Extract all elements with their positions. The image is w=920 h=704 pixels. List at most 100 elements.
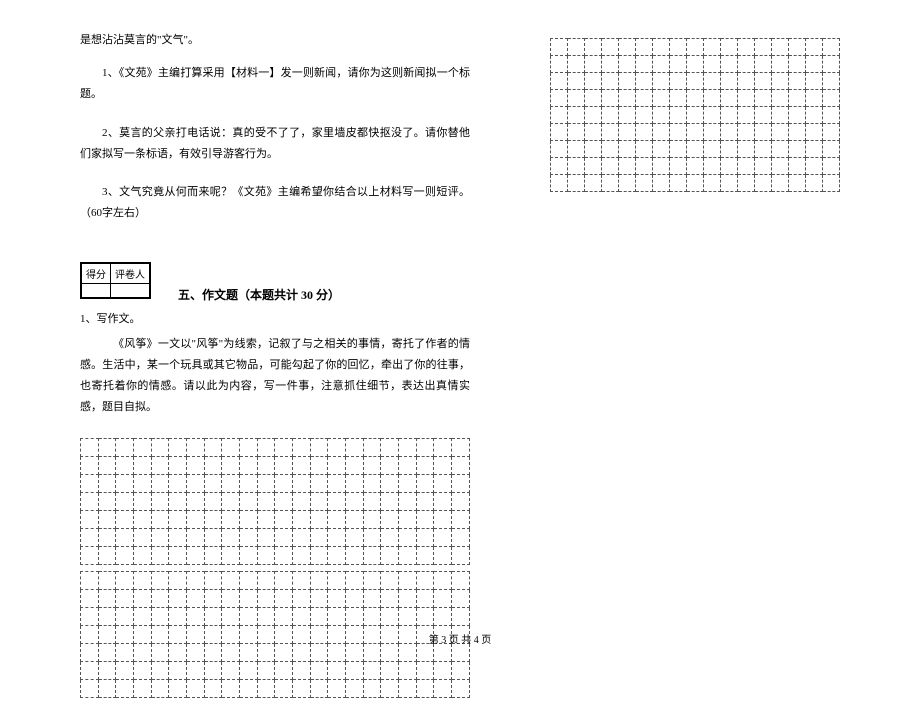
grid-cell bbox=[789, 90, 806, 107]
grid-cell bbox=[806, 158, 823, 175]
grid-cell bbox=[204, 571, 222, 589]
grid-cell bbox=[116, 571, 134, 589]
score-cell bbox=[82, 284, 111, 298]
grid-cell bbox=[653, 107, 670, 124]
grid-cell bbox=[275, 474, 293, 492]
grid-cell bbox=[81, 474, 99, 492]
grid-cell bbox=[789, 175, 806, 192]
grid-cell bbox=[187, 661, 205, 679]
grid-cell bbox=[823, 124, 840, 141]
grid-cell bbox=[81, 510, 99, 528]
question-3: 3、文气究竟从何而来呢？《文苑》主编希望你结合以上材料写一则短评。（60字左右） bbox=[80, 182, 470, 224]
grid-cell bbox=[381, 661, 399, 679]
grid-cell bbox=[602, 107, 619, 124]
grid-cell bbox=[275, 510, 293, 528]
grid-cell bbox=[81, 571, 99, 589]
grid-cell bbox=[789, 73, 806, 90]
grid-cell bbox=[452, 438, 470, 456]
grid-cell bbox=[116, 528, 134, 546]
grid-cell bbox=[116, 607, 134, 625]
grid-cell bbox=[789, 39, 806, 56]
grid-cell bbox=[134, 589, 152, 607]
grid-cell bbox=[772, 141, 789, 158]
grid-cell bbox=[452, 510, 470, 528]
grid-cell bbox=[346, 474, 364, 492]
grid-cell bbox=[346, 571, 364, 589]
grid-cell bbox=[551, 39, 568, 56]
grid-cell bbox=[293, 571, 311, 589]
grid-cell bbox=[257, 474, 275, 492]
grid-cell bbox=[257, 510, 275, 528]
grid-cell bbox=[98, 661, 116, 679]
grid-cell bbox=[636, 39, 653, 56]
grid-cell bbox=[187, 438, 205, 456]
grid-cell bbox=[116, 510, 134, 528]
grid-cell bbox=[222, 607, 240, 625]
answer-grid-right bbox=[550, 38, 840, 192]
grid-cell bbox=[363, 492, 381, 510]
grid-cell bbox=[653, 124, 670, 141]
grid-cell bbox=[257, 571, 275, 589]
grid-cell bbox=[687, 124, 704, 141]
grid-cell bbox=[602, 141, 619, 158]
grid-cell bbox=[721, 141, 738, 158]
grid-cell bbox=[293, 679, 311, 697]
grid-cell bbox=[738, 90, 755, 107]
grid-cell bbox=[293, 474, 311, 492]
grid-cell bbox=[257, 679, 275, 697]
grid-cell bbox=[151, 456, 169, 474]
grid-cell bbox=[399, 679, 417, 697]
grid-cell bbox=[755, 73, 772, 90]
grid-cell bbox=[452, 571, 470, 589]
score-box: 得分 评卷人 bbox=[80, 262, 151, 299]
grid-cell bbox=[568, 39, 585, 56]
grid-cell bbox=[310, 546, 328, 564]
grid-cell bbox=[81, 679, 99, 697]
grid-cell bbox=[275, 661, 293, 679]
grid-cell bbox=[151, 607, 169, 625]
grid-cell bbox=[328, 528, 346, 546]
grid-cell bbox=[670, 107, 687, 124]
grid-cell bbox=[293, 492, 311, 510]
grid-cell bbox=[653, 56, 670, 73]
grid-cell bbox=[568, 175, 585, 192]
grid-cell bbox=[134, 571, 152, 589]
grid-cell bbox=[416, 661, 434, 679]
grid-cell bbox=[636, 56, 653, 73]
grid-cell bbox=[363, 510, 381, 528]
grid-cell bbox=[151, 589, 169, 607]
grid-cell bbox=[98, 679, 116, 697]
grid-cell bbox=[636, 124, 653, 141]
grid-cell bbox=[98, 510, 116, 528]
grid-cell bbox=[346, 528, 364, 546]
grid-cell bbox=[399, 571, 417, 589]
grid-cell bbox=[721, 107, 738, 124]
grid-cell bbox=[738, 39, 755, 56]
grid-cell bbox=[755, 175, 772, 192]
grid-cell bbox=[452, 661, 470, 679]
grid-cell bbox=[806, 73, 823, 90]
grid-cell bbox=[670, 158, 687, 175]
grid-cell bbox=[222, 492, 240, 510]
grid-cell bbox=[619, 56, 636, 73]
grid-cell bbox=[187, 607, 205, 625]
grid-cell bbox=[568, 158, 585, 175]
grid-cell bbox=[399, 607, 417, 625]
grader-label: 评卷人 bbox=[111, 264, 150, 284]
grid-cell bbox=[381, 546, 399, 564]
grid-cell bbox=[823, 90, 840, 107]
grid-cell bbox=[293, 438, 311, 456]
grid-cell bbox=[310, 528, 328, 546]
grid-cell bbox=[399, 661, 417, 679]
grid-cell bbox=[687, 175, 704, 192]
grid-cell bbox=[381, 438, 399, 456]
grid-cell bbox=[346, 492, 364, 510]
grid-cell bbox=[275, 607, 293, 625]
grid-cell bbox=[310, 456, 328, 474]
grid-cell bbox=[568, 107, 585, 124]
grid-cell bbox=[381, 679, 399, 697]
grid-cell bbox=[381, 510, 399, 528]
grid-cell bbox=[151, 546, 169, 564]
grid-cell bbox=[738, 107, 755, 124]
grid-cell bbox=[416, 546, 434, 564]
